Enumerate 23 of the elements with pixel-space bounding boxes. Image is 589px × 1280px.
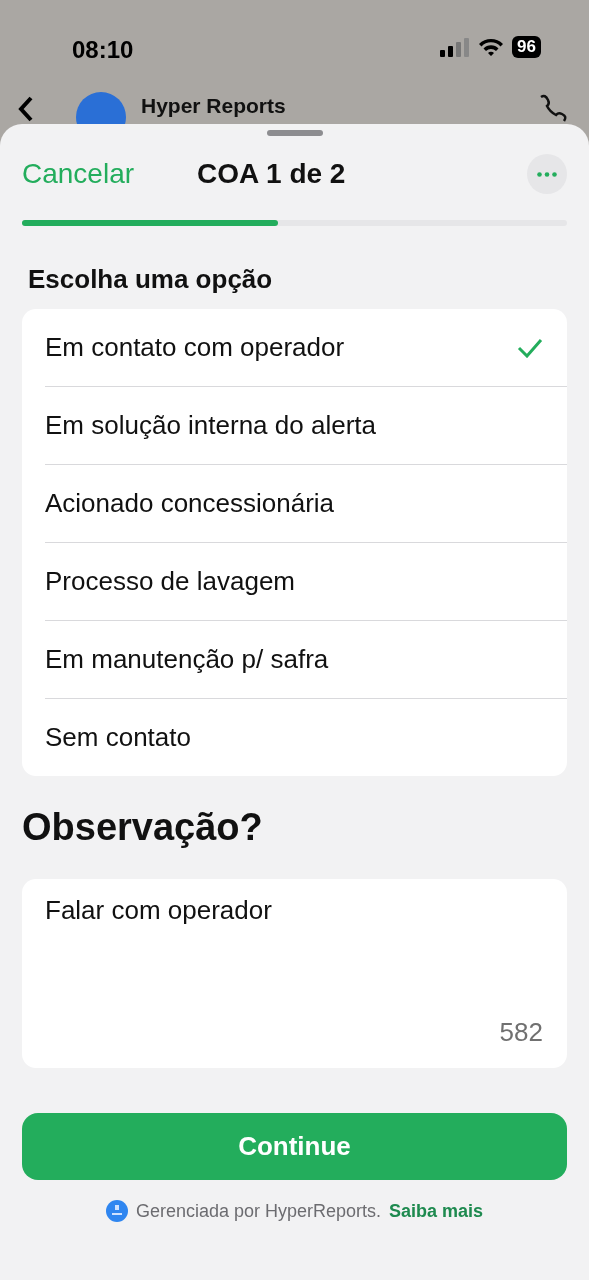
wifi-icon bbox=[478, 37, 505, 57]
option-item[interactable]: Processo de lavagem bbox=[45, 543, 567, 621]
character-counter: 582 bbox=[499, 1017, 543, 1048]
option-item[interactable]: Sem contato bbox=[45, 699, 567, 776]
option-item[interactable]: Em contato com operador bbox=[45, 309, 567, 387]
chat-title: Hyper Reports bbox=[141, 94, 286, 118]
drag-handle[interactable] bbox=[266, 130, 323, 136]
learn-more-link[interactable]: Saiba mais bbox=[389, 1200, 484, 1222]
battery-level: 96 bbox=[512, 36, 541, 58]
signal-icon bbox=[440, 37, 471, 57]
option-item[interactable]: Em solução interna do alerta bbox=[45, 387, 567, 465]
back-icon[interactable] bbox=[18, 96, 34, 122]
observation-heading: Observação? bbox=[22, 806, 264, 849]
footer-text: Gerenciada por HyperReports. bbox=[135, 1200, 382, 1222]
status-time: 08:10 bbox=[72, 36, 134, 64]
logo-icon bbox=[105, 1200, 128, 1222]
option-item[interactable]: Acionado concessionária bbox=[45, 465, 567, 543]
sheet-title: COA 1 de 2 bbox=[197, 158, 347, 190]
more-icon bbox=[537, 171, 557, 177]
option-item[interactable]: Em manutenção p/ safra bbox=[45, 621, 567, 699]
question-label: Escolha uma opção bbox=[28, 264, 274, 295]
observation-field[interactable]: Falar com operador 582 bbox=[22, 879, 567, 1068]
observation-text: Falar com operador bbox=[45, 895, 273, 926]
